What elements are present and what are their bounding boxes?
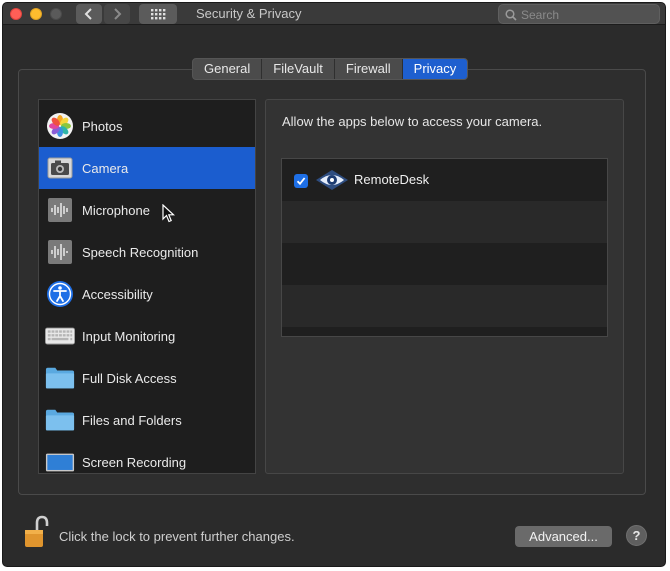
empty-row (282, 201, 607, 243)
tab-firewall[interactable]: Firewall (335, 59, 403, 79)
lock-button[interactable] (23, 515, 49, 549)
privacy-category-list: Photos Camera Microphone Speech Recognit… (38, 99, 256, 474)
app-name: RemoteDesk (354, 172, 430, 187)
sidebar-item-label: Accessibility (82, 286, 153, 302)
remotedesk-camera-checkbox[interactable] (294, 174, 308, 188)
tab-filevault[interactable]: FileVault (262, 59, 335, 79)
checkmark-icon (296, 177, 306, 186)
search-field[interactable]: Search (498, 4, 660, 24)
empty-row (282, 243, 607, 285)
app-row-remotedesk[interactable]: RemoteDesk (282, 159, 607, 201)
sidebar-item-files-and-folders[interactable]: Files and Folders (39, 399, 255, 441)
window-title: Security & Privacy (196, 6, 302, 21)
sidebar-item-accessibility[interactable]: Accessibility (39, 273, 255, 315)
close-window-button[interactable] (10, 8, 22, 20)
minimize-window-button[interactable] (30, 8, 42, 20)
sidebar-item-label: Speech Recognition (82, 244, 199, 260)
eye-icon (315, 169, 349, 191)
sidebar-item-full-disk-access[interactable]: Full Disk Access (39, 357, 255, 399)
sidebar-item-camera[interactable]: Camera (39, 147, 255, 189)
search-placeholder: Search (521, 8, 560, 22)
titlebar: Security & Privacy Search (3, 3, 665, 25)
empty-row (282, 327, 607, 336)
empty-row (282, 285, 607, 327)
unlocked-padlock-icon (25, 515, 49, 547)
photos-icon (45, 111, 75, 141)
sidebar-item-label: Photos (82, 118, 123, 134)
forward-button[interactable] (104, 4, 130, 24)
folder-icon (45, 405, 75, 435)
sidebar-item-label: Input Monitoring (82, 328, 176, 344)
sidebar-item-label: Screen Recording (82, 454, 187, 470)
sidebar-item-label: Microphone (82, 202, 150, 218)
sidebar-item-speech-recognition[interactable]: Speech Recognition (39, 231, 255, 273)
camera-app-list: RemoteDesk (281, 158, 608, 337)
mouse-cursor-icon (162, 203, 176, 229)
folder-icon (45, 363, 75, 393)
microphone-icon (45, 195, 75, 225)
sidebar-item-label: Files and Folders (82, 412, 182, 428)
sidebar-item-input-monitoring[interactable]: Input Monitoring (39, 315, 255, 357)
tab-bar: General FileVault Firewall Privacy (192, 58, 469, 80)
lock-status-text: Click the lock to prevent further change… (59, 529, 295, 544)
sidebar-item-photos[interactable]: Photos (39, 105, 255, 147)
search-icon (505, 9, 517, 21)
speech-recognition-icon (45, 237, 75, 267)
camera-icon (45, 153, 75, 183)
sidebar-item-label: Camera (82, 160, 129, 176)
advanced-button[interactable]: Advanced... (515, 526, 612, 547)
accessibility-icon (45, 279, 75, 309)
back-button[interactable] (76, 4, 102, 24)
tab-privacy[interactable]: Privacy (402, 59, 468, 79)
chevron-right-icon (114, 8, 122, 20)
sidebar-item-label: Full Disk Access (82, 370, 177, 386)
chevron-left-icon (84, 8, 92, 20)
sidebar-item-microphone[interactable]: Microphone (39, 189, 255, 231)
keyboard-icon (45, 321, 75, 351)
tab-general[interactable]: General (193, 59, 263, 79)
screen-icon (45, 447, 75, 473)
help-button[interactable]: ? (626, 525, 647, 546)
camera-access-description: Allow the apps below to access your came… (282, 114, 543, 129)
security-privacy-window: Security & Privacy Search General FileVa… (2, 2, 666, 567)
sidebar-item-screen-recording[interactable]: Screen Recording (39, 441, 255, 473)
zoom-window-button[interactable] (50, 8, 62, 20)
show-all-button[interactable] (139, 4, 177, 24)
grid-icon (151, 9, 166, 20)
